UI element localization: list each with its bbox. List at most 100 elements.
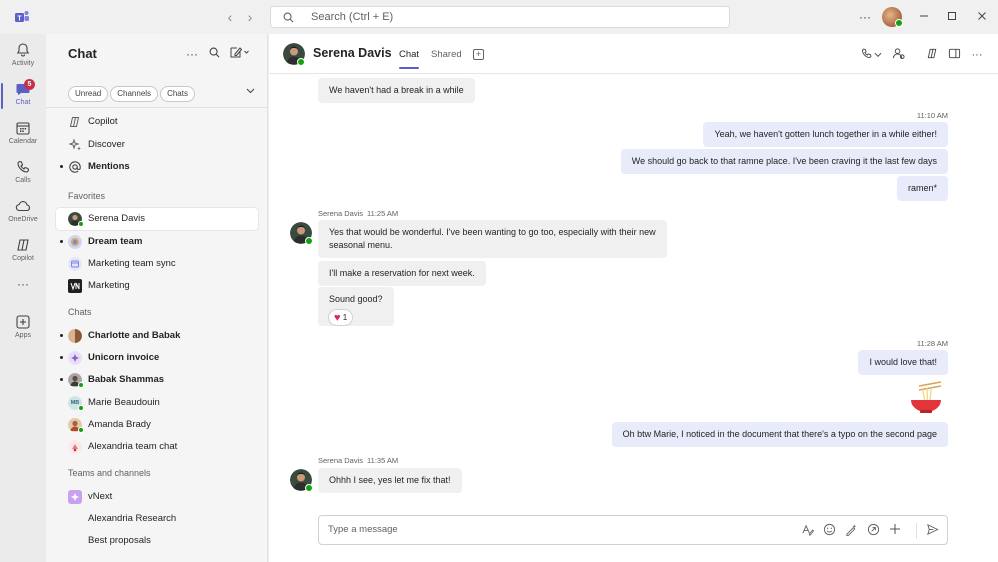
message-bubble[interactable]: Ohhh I see, yes let me fix that! bbox=[318, 468, 462, 493]
more-options-icon[interactable]: ··· bbox=[856, 8, 874, 26]
message-bubble[interactable]: We haven't had a break in a while bbox=[318, 78, 475, 103]
search-icon[interactable] bbox=[206, 46, 222, 62]
divider bbox=[46, 107, 267, 108]
message-bubble[interactable]: ramen* bbox=[896, 176, 948, 201]
message-bubble[interactable]: Oh btw Marie, I noticed in the document … bbox=[611, 422, 948, 447]
side-panel-icon[interactable] bbox=[946, 47, 962, 63]
forward-arrow-icon[interactable]: › bbox=[242, 9, 258, 25]
at-icon bbox=[69, 161, 81, 173]
group-avatar bbox=[68, 329, 82, 343]
add-tab-icon[interactable]: + bbox=[473, 49, 484, 60]
group-avatar bbox=[68, 440, 82, 454]
close-icon[interactable] bbox=[973, 8, 991, 26]
presence-available-icon bbox=[78, 221, 84, 227]
sidebar-item-marketing[interactable]: Marketing bbox=[56, 275, 258, 297]
rail-onedrive[interactable]: OneDrive bbox=[0, 194, 46, 234]
chats-section-label: Chats bbox=[68, 307, 92, 317]
sidebar-item-charlotte-and-babak[interactable]: Charlotte and Babak bbox=[56, 325, 258, 347]
magic-pen-icon[interactable] bbox=[844, 523, 858, 537]
group-avatar bbox=[68, 351, 82, 365]
sidebar-item-marketing-team-sync[interactable]: Marketing team sync bbox=[56, 253, 258, 275]
loop-icon[interactable] bbox=[866, 523, 880, 537]
tab-chat[interactable]: Chat bbox=[399, 49, 420, 69]
chevron-down-icon[interactable] bbox=[872, 47, 884, 63]
maximize-icon[interactable] bbox=[943, 8, 961, 26]
message-bubble[interactable]: I would love that! bbox=[858, 350, 948, 375]
chat-title: Serena Davis bbox=[313, 46, 392, 60]
meeting-icon bbox=[68, 257, 82, 271]
sidebar-item-marie-beaudouin[interactable]: MB Marie Beaudouin bbox=[56, 392, 258, 414]
sidebar-item-label: Marketing bbox=[88, 280, 130, 291]
rail-label: OneDrive bbox=[8, 216, 38, 223]
sidebar-item-amanda-brady[interactable]: Amanda Brady bbox=[56, 414, 258, 436]
copilot-icon[interactable] bbox=[924, 47, 940, 63]
more-options-icon[interactable]: ··· bbox=[184, 46, 200, 62]
message-timestamp: 11:10 AM bbox=[916, 111, 948, 120]
add-icon[interactable] bbox=[888, 523, 902, 537]
divider bbox=[916, 523, 917, 539]
presence-available-icon bbox=[78, 382, 84, 388]
filter-channels[interactable]: Channels bbox=[110, 86, 159, 102]
tab-shared[interactable]: Shared bbox=[431, 49, 462, 60]
message-timestamp: 11:25 AM bbox=[367, 209, 399, 218]
message-timestamp: 11:28 AM bbox=[916, 339, 948, 348]
filter-unread[interactable]: Unread bbox=[68, 86, 109, 102]
sidebar-item-label: Marketing team sync bbox=[88, 258, 176, 269]
sidebar-item-label: Discover bbox=[88, 139, 125, 150]
sidebar-item-label: Amanda Brady bbox=[88, 419, 151, 430]
message-bubble[interactable]: I'll make a reservation for next week. bbox=[318, 261, 486, 286]
calendar-icon bbox=[16, 122, 30, 135]
filter-chats[interactable]: Chats bbox=[160, 86, 195, 102]
composer-placeholder: Type a message bbox=[328, 524, 398, 535]
channel-item[interactable]: Alexandria Research bbox=[56, 508, 258, 530]
svg-text:T: T bbox=[17, 15, 22, 22]
sidebar-item-serena-davis[interactable]: Serena Davis bbox=[56, 208, 258, 230]
sidebar-item-vnext[interactable]: vNext bbox=[56, 486, 258, 508]
heart-reaction[interactable]: ♥ 1 bbox=[328, 309, 354, 326]
back-arrow-icon[interactable]: ‹ bbox=[222, 9, 238, 25]
rail-label: Calendar bbox=[8, 138, 38, 145]
chevron-down-icon[interactable] bbox=[246, 86, 255, 96]
sidebar-item-alexandria-team-chat[interactable]: Alexandria team chat bbox=[56, 436, 258, 458]
message-composer[interactable]: Type a message bbox=[318, 515, 948, 545]
sidebar-item-mentions[interactable]: Mentions bbox=[56, 156, 258, 178]
format-icon[interactable] bbox=[800, 523, 814, 537]
sidebar-item-copilot[interactable]: Copilot bbox=[56, 111, 258, 133]
rail-chat[interactable]: 5 Chat bbox=[0, 77, 46, 117]
rail-apps[interactable]: Apps bbox=[0, 310, 46, 350]
more-options-icon[interactable]: ··· bbox=[969, 47, 985, 63]
message-bubble[interactable]: Yeah, we haven't gotten lunch together i… bbox=[703, 122, 948, 147]
rail-activity[interactable]: Activity bbox=[0, 38, 46, 78]
message-bubble[interactable]: Yes that would be wonderful. I've been w… bbox=[318, 220, 667, 258]
emoji-icon[interactable] bbox=[822, 523, 836, 537]
channel-label: Alexandria Research bbox=[88, 513, 177, 524]
message-list: We haven't had a break in a while 11:10 … bbox=[269, 75, 998, 515]
search-icon bbox=[283, 12, 294, 23]
presence-available-icon bbox=[895, 19, 903, 27]
sidebar-item-unicorn-invoice[interactable]: Unicorn invoice bbox=[56, 347, 258, 369]
sidebar-item-discover[interactable]: Discover bbox=[56, 134, 258, 156]
search-input[interactable]: Search (Ctrl + E) bbox=[270, 6, 730, 28]
rail-more-icon[interactable]: ··· bbox=[0, 274, 46, 298]
sidebar-item-dream-team[interactable]: Dream team bbox=[56, 231, 258, 253]
chat-pane: Serena Davis Chat Shared + ··· We haven'… bbox=[269, 34, 998, 562]
people-icon[interactable] bbox=[890, 47, 906, 63]
rail-calls[interactable]: Calls bbox=[0, 155, 46, 195]
rail-copilot[interactable]: Copilot bbox=[0, 233, 46, 273]
sidebar-item-babak-shammas[interactable]: Babak Shammas bbox=[56, 369, 258, 391]
reaction-count: 1 bbox=[342, 313, 348, 322]
heart-icon: ♥ bbox=[334, 312, 341, 324]
teams-section-label: Teams and channels bbox=[68, 468, 151, 478]
rail-calendar[interactable]: Calendar bbox=[0, 116, 46, 156]
message-bubble[interactable]: We should go back to that ramne place. I… bbox=[620, 149, 948, 174]
rail-label: Copilot bbox=[12, 255, 34, 262]
send-icon[interactable] bbox=[925, 523, 939, 537]
copilot-icon bbox=[69, 117, 80, 127]
new-chat-icon[interactable] bbox=[228, 46, 252, 62]
search-placeholder: Search (Ctrl + E) bbox=[311, 11, 394, 23]
channel-item[interactable]: Best proposals bbox=[56, 530, 258, 552]
teams-logo-icon[interactable]: T bbox=[14, 9, 30, 25]
message-sender-meta: Serena Davis 11:25 AM bbox=[318, 209, 398, 218]
minimize-icon[interactable] bbox=[915, 8, 933, 26]
ramen-sticker-icon[interactable] bbox=[909, 380, 943, 416]
